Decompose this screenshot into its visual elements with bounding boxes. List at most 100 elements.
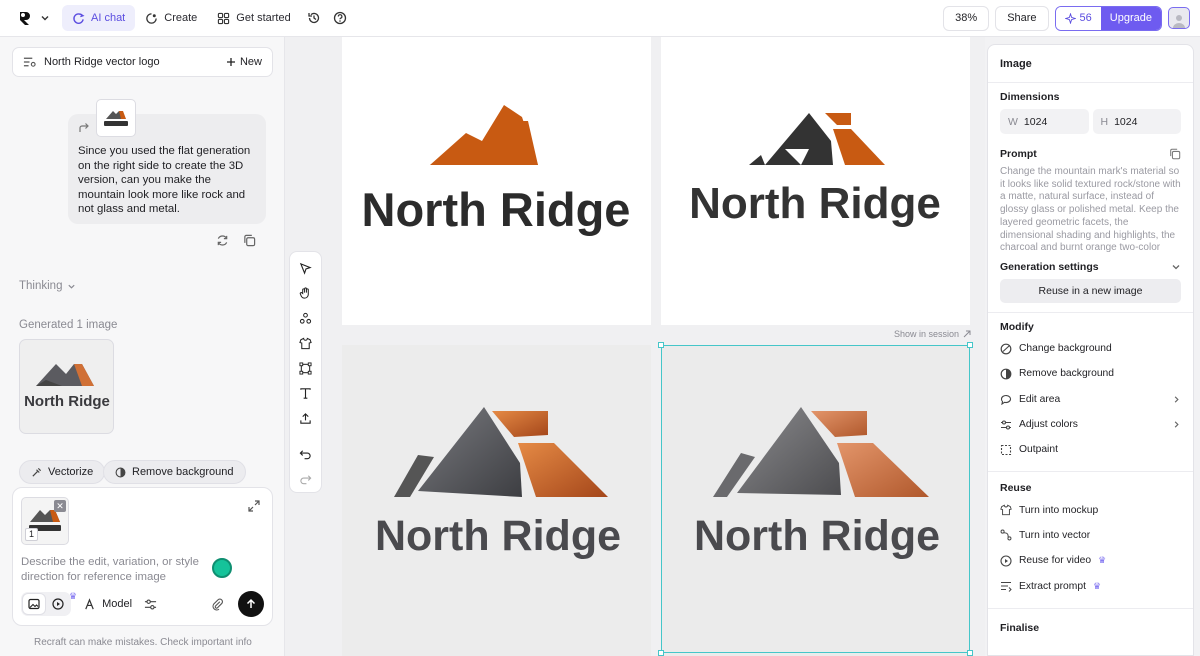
generation-settings-toggle[interactable]: Generation settings (1000, 261, 1181, 273)
outpaint-label: Outpaint (1019, 444, 1058, 456)
canvas-image-flat-two-color[interactable]: North Ridge (661, 37, 970, 325)
glass-metal-logo: North Ridge (375, 407, 621, 560)
logo-text: North Ridge (689, 179, 941, 228)
select-tool[interactable] (294, 258, 318, 278)
canvas-image-flat-orange[interactable]: North Ridge (342, 37, 651, 325)
new-label: New (239, 56, 262, 68)
expand-icon[interactable] (248, 500, 260, 512)
copy-icon[interactable] (1169, 148, 1181, 160)
hand-tool[interactable] (294, 283, 318, 303)
credits-upgrade[interactable]: 56 Upgrade (1054, 5, 1162, 31)
width-value: 1024 (1023, 115, 1048, 128)
video-mode-button[interactable] (47, 594, 69, 614)
reference-image-chip[interactable]: ✕ 1 (21, 497, 69, 545)
outpaint-item[interactable]: Outpaint (1000, 437, 1181, 462)
tshirt-icon (299, 337, 312, 349)
divider (988, 312, 1193, 313)
remove-background-chip[interactable]: Remove background (103, 460, 246, 484)
composer-toolbar: ♛ Model (21, 591, 264, 617)
text-tool[interactable] (294, 383, 318, 403)
message-reference-thumbnail[interactable] (96, 99, 136, 137)
adjust-colors-label: Adjust colors (1019, 419, 1078, 431)
credits-count[interactable]: 56 (1055, 6, 1101, 30)
upgrade-button[interactable]: Upgrade (1100, 6, 1161, 30)
session-header[interactable]: North Ridge vector logo New (12, 47, 273, 77)
nav-get-started[interactable]: Get started (207, 5, 300, 31)
share-button[interactable]: Share (995, 5, 1049, 31)
history-icon (308, 12, 319, 24)
generation-settings-label: Generation settings (1000, 261, 1099, 273)
edit-area-label: Edit area (1019, 393, 1061, 405)
turn-into-vector-item[interactable]: Turn into vector (1000, 523, 1181, 548)
height-field[interactable]: H 1024 (1092, 109, 1181, 134)
canvas-image-3d-rock[interactable]: North Ridge (661, 345, 970, 656)
sparkle-icon (1064, 12, 1076, 24)
vectorize-chip[interactable]: Vectorize (19, 460, 106, 484)
model-button[interactable]: Model (102, 598, 132, 610)
copy-icon[interactable] (243, 234, 256, 247)
reuse-label: Reuse (1000, 482, 1032, 495)
composer-input[interactable]: Describe the edit, variation, or style d… (21, 555, 211, 584)
vector-icon (1000, 529, 1012, 541)
remove-reference-button[interactable]: ✕ (54, 500, 66, 512)
send-button[interactable] (238, 591, 264, 617)
adjust-colors-item[interactable]: Adjust colors (1000, 412, 1181, 437)
canvas[interactable]: North Ridge North Ridge Show in session (285, 37, 985, 656)
retry-icon[interactable] (216, 234, 229, 247)
new-session-button[interactable]: New (226, 56, 262, 68)
chevron-right-icon (1174, 396, 1179, 403)
show-in-session-label: Show in session (894, 329, 960, 339)
panel-header: Image (988, 45, 1193, 83)
arrow-up-right-icon (963, 330, 971, 338)
thinking-toggle[interactable]: Thinking (19, 280, 76, 292)
video-play-icon (52, 598, 64, 610)
reference-count: 1 (25, 528, 38, 541)
upgrade-label: Upgrade (1109, 12, 1152, 24)
avatar[interactable] (1168, 7, 1190, 29)
nodes-tool[interactable] (294, 308, 318, 328)
divider (988, 471, 1193, 473)
edit-area-icon (1000, 395, 1012, 406)
upload-icon (300, 412, 311, 424)
canvas-image-3d-glass[interactable]: North Ridge (342, 345, 651, 656)
mockup-tool[interactable] (294, 333, 318, 353)
flat-two-color-logo: North Ridge (689, 113, 941, 228)
attach-icon[interactable] (211, 598, 224, 611)
turn-into-mockup-item[interactable]: Turn into mockup (1000, 497, 1181, 522)
nav-ai-chat[interactable]: AI chat (62, 5, 136, 31)
frame-tool[interactable] (294, 358, 318, 378)
reference-arrow-icon (79, 123, 89, 132)
generated-image-thumbnail[interactable]: North Ridge (19, 339, 114, 434)
nav-create[interactable]: Create (135, 5, 207, 31)
generated-label: Generated 1 image (19, 319, 118, 331)
remove-background-item[interactable]: Remove background (1000, 361, 1181, 386)
extract-prompt-item[interactable]: Extract prompt ♛ (1000, 573, 1181, 598)
grammarly-icon[interactable] (212, 558, 232, 578)
change-background-item[interactable]: Change background (1000, 336, 1181, 361)
width-field[interactable]: W 1024 (1000, 109, 1089, 134)
share-label: Share (1007, 12, 1037, 24)
image-mode-button[interactable] (23, 594, 45, 614)
upload-tool[interactable] (294, 408, 318, 428)
help-button[interactable] (327, 5, 353, 31)
text-icon (300, 387, 311, 399)
undo-button[interactable] (294, 444, 318, 464)
pro-crown-icon: ♛ (1098, 555, 1107, 566)
redo-button[interactable] (294, 469, 318, 489)
history-button[interactable] (301, 5, 327, 31)
north-ridge-3d-thumb: North Ridge (21, 341, 112, 432)
credits-value: 56 (1079, 12, 1092, 24)
settings-sliders-icon[interactable] (144, 598, 157, 611)
workspace-menu-button[interactable] (10, 4, 56, 32)
zoom-level[interactable]: 38% (943, 5, 990, 31)
show-in-session-link[interactable]: Show in session (894, 329, 971, 339)
modify-label: Modify (1000, 321, 1034, 333)
reuse-for-video-item[interactable]: Reuse for video ♛ (1000, 548, 1181, 573)
edit-area-item[interactable]: Edit area (1000, 387, 1181, 412)
reuse-in-new-image-button[interactable]: Reuse in a new image (1000, 279, 1181, 303)
plus-icon (226, 58, 235, 66)
help-icon (333, 11, 346, 25)
image-icon (28, 598, 40, 610)
thumb-logo-text: North Ridge (24, 393, 110, 410)
mockup-icon (1000, 504, 1012, 516)
